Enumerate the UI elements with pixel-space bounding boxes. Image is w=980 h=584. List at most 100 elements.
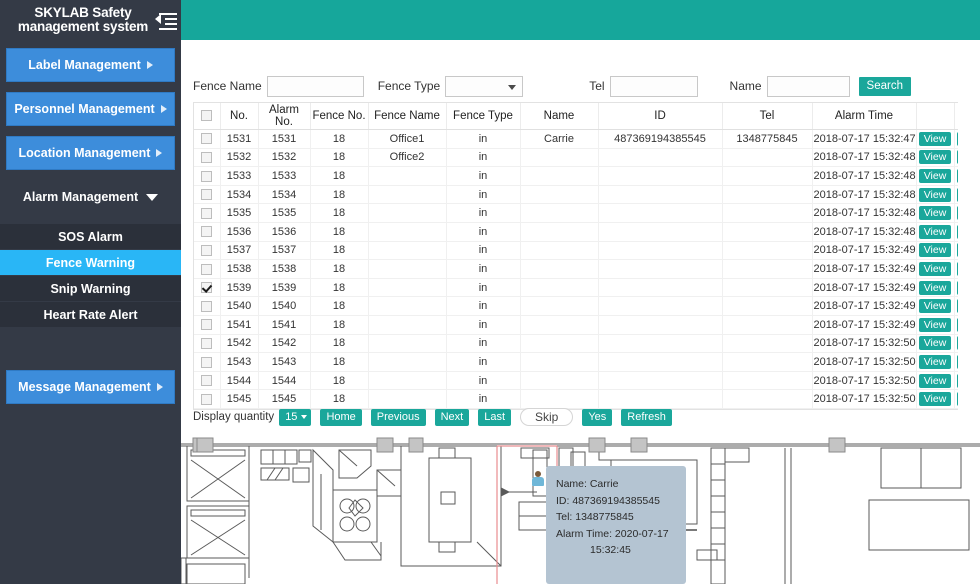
table-row[interactable]: 1531153118Office1inCarrie487369194385545… <box>194 130 980 149</box>
cell-fence-type: in <box>446 353 520 372</box>
table-row[interactable]: 1536153618in2018-07-17 15:32:48ViewDelet… <box>194 222 980 241</box>
sidebar-item-location-management[interactable]: Location Management <box>6 136 175 170</box>
row-checkbox[interactable] <box>201 319 212 330</box>
fence-type-select[interactable] <box>445 76 523 97</box>
table-row[interactable]: 1532153218Office2in2018-07-17 15:32:48Vi… <box>194 148 980 167</box>
pager-previous-button[interactable]: Previous <box>371 409 426 426</box>
cell-id <box>598 167 722 186</box>
table-row[interactable]: 1540154018in2018-07-17 15:32:49ViewDelet… <box>194 297 980 316</box>
row-checkbox[interactable] <box>201 226 212 237</box>
view-button[interactable]: View <box>919 132 952 146</box>
view-button[interactable]: View <box>919 150 952 164</box>
cell-alarm-no: 1544 <box>258 371 310 390</box>
view-cell: View <box>916 148 954 167</box>
cell-fence-type: in <box>446 390 520 409</box>
row-checkbox[interactable] <box>201 171 212 182</box>
row-checkbox[interactable] <box>201 301 212 312</box>
select-all-checkbox[interactable] <box>201 110 212 121</box>
row-checkbox[interactable] <box>201 282 212 293</box>
row-checkbox[interactable] <box>201 189 212 200</box>
collapse-menu-icon[interactable] <box>155 9 177 31</box>
cell-tel <box>722 148 812 167</box>
pager-home-button[interactable]: Home <box>320 409 361 426</box>
table-row[interactable]: 1545154518in2018-07-17 15:32:50ViewDelet… <box>194 390 980 409</box>
sidebar-item-heart-rate-alert[interactable]: Heart Rate Alert <box>0 302 181 328</box>
cell-fence-name <box>368 185 446 204</box>
cell-fence-no: 18 <box>310 371 368 390</box>
fence-name-input[interactable] <box>267 76 364 97</box>
cell-fence-type: in <box>446 241 520 260</box>
cell-tel <box>722 278 812 297</box>
row-checkbox[interactable] <box>201 264 212 275</box>
pagination-bar: Display quantity 15 Home Previous Next L… <box>193 407 681 427</box>
table-row[interactable]: 1534153418in2018-07-17 15:32:48ViewDelet… <box>194 185 980 204</box>
table-row[interactable]: 1544154418in2018-07-17 15:32:50ViewDelet… <box>194 371 980 390</box>
view-button[interactable]: View <box>919 299 952 313</box>
name-input[interactable] <box>767 76 850 97</box>
table-row[interactable]: 1542154218in2018-07-17 15:32:50ViewDelet… <box>194 334 980 353</box>
row-checkbox[interactable] <box>201 208 212 219</box>
person-marker-icon[interactable] <box>531 471 545 487</box>
table-row[interactable]: 1539153918in2018-07-17 15:32:49ViewDelet… <box>194 278 980 297</box>
view-button[interactable]: View <box>919 318 952 332</box>
sidebar-item-snip-warning[interactable]: Snip Warning <box>0 276 181 302</box>
view-button[interactable]: View <box>919 355 952 369</box>
display-quantity-select[interactable]: 15 <box>279 409 311 426</box>
row-checkbox[interactable] <box>201 245 212 256</box>
table-row[interactable]: 1538153818in2018-07-17 15:32:49ViewDelet… <box>194 260 980 279</box>
table-row[interactable]: 1541154118in2018-07-17 15:32:49ViewDelet… <box>194 315 980 334</box>
tel-input[interactable] <box>610 76 698 97</box>
pager-last-button[interactable]: Last <box>478 409 511 426</box>
sidebar-item-label-management[interactable]: Label Management <box>6 48 175 82</box>
view-button[interactable]: View <box>919 392 952 406</box>
cell-alarm-no: 1531 <box>258 130 310 149</box>
sidebar-item-fence-warning[interactable]: Fence Warning <box>0 250 181 276</box>
row-checkbox[interactable] <box>201 357 212 368</box>
cell-no: 1538 <box>220 260 258 279</box>
cell-name <box>520 260 598 279</box>
cell-no: 1542 <box>220 334 258 353</box>
cell-fence-name <box>368 204 446 223</box>
name-label: Name <box>730 79 762 93</box>
sidebar-item-sos-alarm[interactable]: SOS Alarm <box>0 224 181 250</box>
chevron-right-icon <box>161 105 167 113</box>
row-checkbox[interactable] <box>201 133 212 144</box>
row-checkbox[interactable] <box>201 152 212 163</box>
view-button[interactable]: View <box>919 374 952 388</box>
view-button[interactable]: View <box>919 281 952 295</box>
table-row[interactable]: 1535153518in2018-07-17 15:32:48ViewDelet… <box>194 204 980 223</box>
cell-fence-name: Office1 <box>368 130 446 149</box>
cell-alarm-time: 2018-07-17 15:32:49 <box>812 315 916 334</box>
view-button[interactable]: View <box>919 243 952 257</box>
pager-skip-input[interactable]: Skip <box>520 408 573 426</box>
cell-id <box>598 371 722 390</box>
sidebar-subitem-label: Snip Warning <box>50 282 130 296</box>
cell-alarm-no: 1541 <box>258 315 310 334</box>
pager-next-button[interactable]: Next <box>435 409 470 426</box>
view-button[interactable]: View <box>919 169 952 183</box>
view-button[interactable]: View <box>919 188 952 202</box>
table-row[interactable]: 1533153318in2018-07-17 15:32:48ViewDelet… <box>194 167 980 186</box>
cell-no: 1540 <box>220 297 258 316</box>
cell-alarm-time: 2018-07-17 15:32:48 <box>812 148 916 167</box>
sidebar-item-personnel-management[interactable]: Personnel Management <box>6 92 175 126</box>
cell-fence-no: 18 <box>310 130 368 149</box>
sidebar-item-message-management[interactable]: Message Management <box>6 370 175 404</box>
row-checkbox[interactable] <box>201 394 212 405</box>
search-button[interactable]: Search <box>859 77 911 96</box>
pager-refresh-button[interactable]: Refresh <box>621 409 672 426</box>
view-button[interactable]: View <box>919 262 952 276</box>
view-cell: View <box>916 315 954 334</box>
row-checkbox[interactable] <box>201 338 212 349</box>
row-checkbox[interactable] <box>201 375 212 386</box>
cell-alarm-no: 1532 <box>258 148 310 167</box>
pager-yes-button[interactable]: Yes <box>582 409 612 426</box>
view-button[interactable]: View <box>919 336 952 350</box>
view-button[interactable]: View <box>919 206 952 220</box>
cell-name <box>520 241 598 260</box>
table-row[interactable]: 1537153718in2018-07-17 15:32:49ViewDelet… <box>194 241 980 260</box>
view-button[interactable]: View <box>919 225 952 239</box>
sidebar-item-alarm-management[interactable]: Alarm Management <box>6 180 175 214</box>
table-row[interactable]: 1543154318in2018-07-17 15:32:50ViewDelet… <box>194 353 980 372</box>
view-cell: View <box>916 167 954 186</box>
